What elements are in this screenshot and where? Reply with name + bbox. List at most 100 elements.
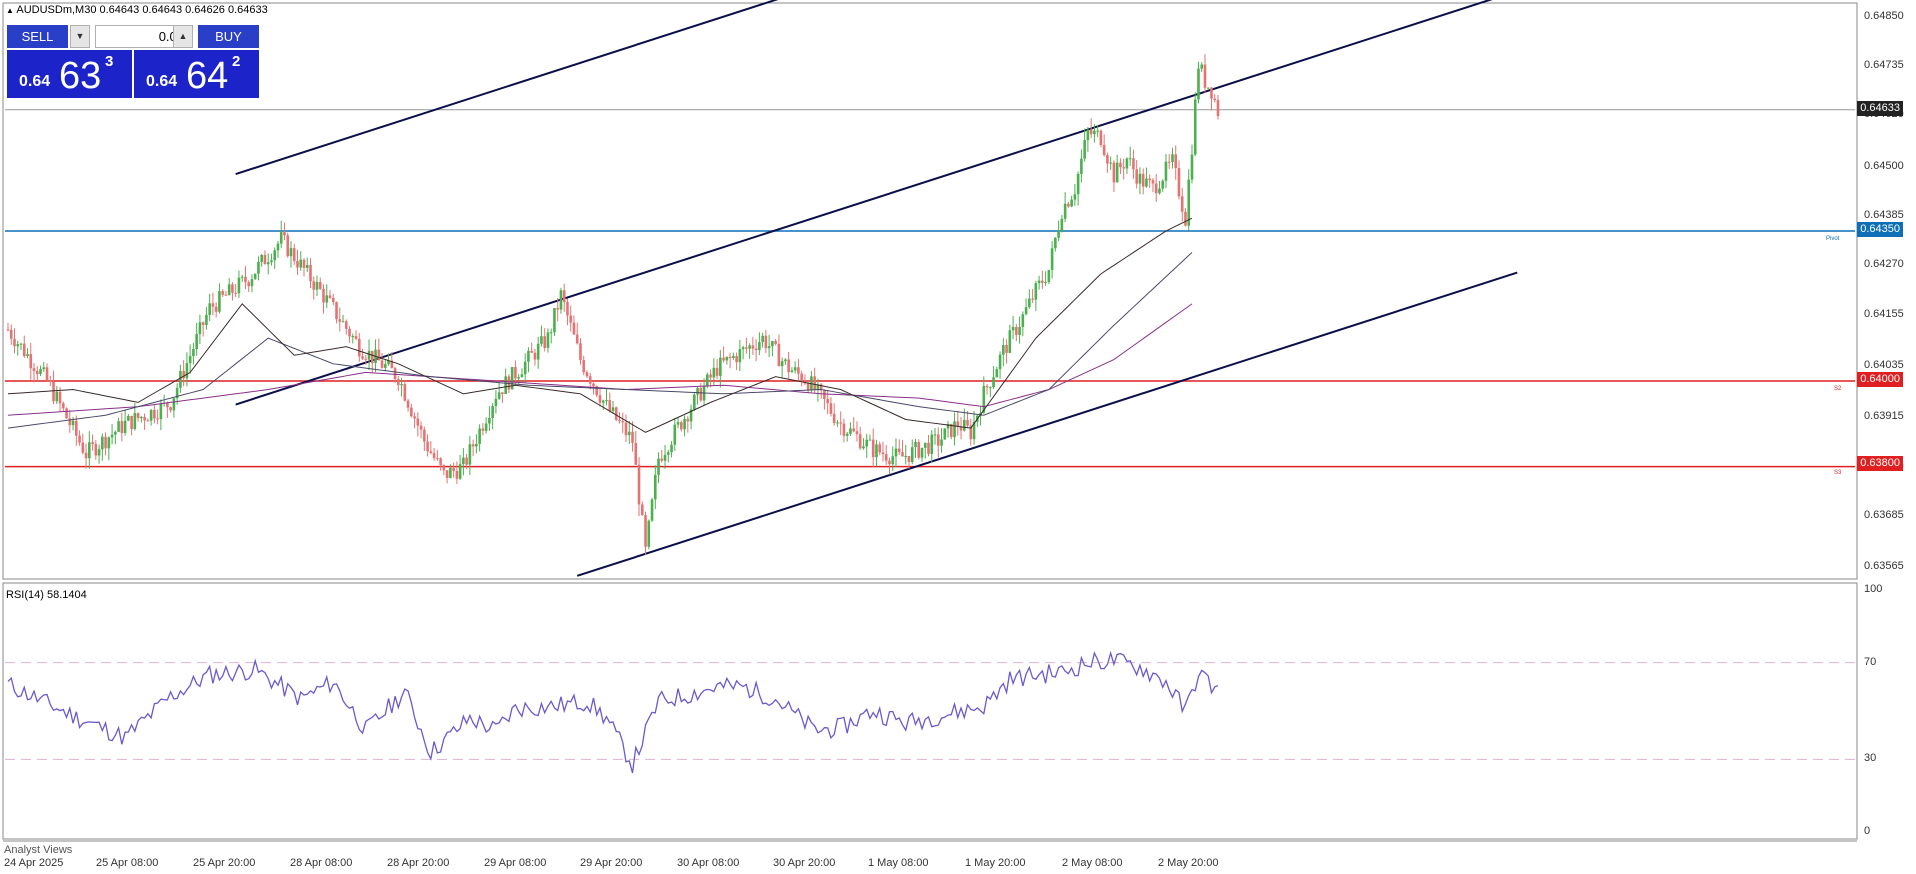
candle-body: [1132, 158, 1135, 170]
candle-body: [270, 260, 273, 263]
candle-body: [169, 407, 172, 411]
candle-body: [771, 341, 774, 347]
candle-body: [1203, 64, 1207, 88]
time-tick-label: 25 Apr 08:00: [96, 857, 159, 869]
candle-body: [81, 442, 85, 453]
lot-stepper[interactable]: ▲: [173, 25, 193, 48]
candle-body: [1119, 162, 1122, 168]
candle-body: [657, 458, 660, 475]
candle-body: [32, 368, 36, 372]
candle-body: [995, 369, 999, 378]
candle-body: [523, 361, 527, 375]
candle-body: [1122, 167, 1125, 169]
candle-body: [514, 367, 517, 379]
candle-body: [712, 367, 716, 378]
candle-body: [1057, 230, 1060, 238]
candle-body: [614, 407, 618, 420]
trend-channel-line: [235, 0, 779, 176]
chart-canvas[interactable]: [0, 0, 1916, 874]
rsi-title: RSI(14) 58.1404: [6, 589, 87, 601]
candle-body: [13, 338, 16, 347]
candle-body: [566, 302, 569, 316]
candle-body: [244, 276, 247, 283]
time-tick-label: 25 Apr 20:00: [193, 857, 256, 869]
candle-body: [624, 422, 628, 436]
candle-body: [813, 376, 816, 390]
candle-body: [237, 277, 241, 294]
candle-body: [42, 367, 46, 370]
candle-body: [901, 452, 904, 457]
lot-dropdown[interactable]: ▼: [70, 25, 90, 48]
candle-body: [91, 442, 94, 445]
candle-body: [429, 451, 433, 454]
chevron-up-icon: ▲: [178, 31, 188, 41]
buy-quote[interactable]: 0.64 64 2: [134, 50, 259, 98]
candle-body: [1021, 314, 1025, 327]
candle-body: [1076, 173, 1080, 195]
price-tick-label: 0.63565: [1864, 560, 1904, 573]
candle-body: [78, 435, 81, 443]
candle-body: [29, 354, 33, 369]
candle-body: [787, 359, 790, 373]
rsi-chart[interactable]: [5, 650, 1855, 774]
candle-body: [1106, 155, 1109, 164]
candle-body: [146, 420, 150, 422]
candle-body: [891, 456, 895, 465]
rsi-tick-label: 100: [1864, 583, 1883, 595]
candle-body: [706, 374, 709, 386]
sell-quote[interactable]: 0.64 63 3: [7, 50, 132, 98]
candle-body: [732, 356, 735, 358]
candle-body: [1112, 162, 1116, 183]
candle-body: [107, 437, 111, 449]
candle-body: [312, 281, 316, 290]
candle-body: [286, 235, 290, 257]
s3-label: S3: [1834, 470, 1842, 476]
candle-body: [335, 302, 338, 320]
candle-body: [1060, 218, 1064, 231]
candle-body: [432, 453, 436, 459]
candle-body: [845, 433, 849, 436]
price-tick-label: 0.63915: [1864, 410, 1904, 423]
candle-body: [1008, 330, 1012, 353]
candle-body: [130, 415, 133, 429]
candle-body: [575, 334, 579, 344]
candle-body: [680, 422, 683, 430]
candle-body: [1161, 180, 1165, 189]
price-tick-label: 0.64155: [1864, 307, 1904, 320]
candle-body: [1180, 196, 1184, 212]
candle-body: [917, 441, 921, 458]
candle-body: [1031, 298, 1034, 300]
candle-body: [1063, 203, 1067, 219]
time-tick-label: 30 Apr 20:00: [773, 857, 836, 869]
sell-price-pips: 63: [59, 55, 102, 97]
buy-button[interactable]: BUY: [198, 25, 259, 48]
candle-body: [224, 294, 228, 296]
candle-body: [1125, 158, 1129, 169]
candle-body: [553, 308, 556, 333]
candle-body: [631, 431, 634, 443]
candle-body: [449, 468, 452, 478]
rsi-panel-frame: [2, 582, 1858, 840]
candle-body: [94, 444, 98, 456]
candle-body: [465, 457, 468, 465]
candle-body: [930, 434, 934, 454]
candle-body: [806, 383, 810, 391]
candle-body: [65, 408, 68, 419]
analyst-views-tab[interactable]: Analyst Views: [4, 844, 72, 856]
candle-body: [61, 403, 65, 409]
candle-body: [501, 392, 504, 395]
sell-button[interactable]: SELL: [7, 25, 68, 48]
candle-body: [322, 288, 325, 303]
time-tick-label: 1 May 20:00: [965, 857, 1026, 869]
candle-body: [26, 354, 29, 357]
buy-price-prefix: 0.64: [146, 73, 178, 90]
buy-price-fraction: 2: [232, 53, 241, 70]
rsi-line: [7, 650, 1219, 774]
candle-body: [247, 282, 250, 287]
candle-body: [774, 341, 777, 344]
price-chart[interactable]: [5, 0, 1855, 577]
rsi-tick-label: 30: [1864, 752, 1877, 765]
candle-body: [403, 384, 407, 401]
candle-body: [839, 422, 842, 424]
candle-body: [644, 515, 647, 547]
